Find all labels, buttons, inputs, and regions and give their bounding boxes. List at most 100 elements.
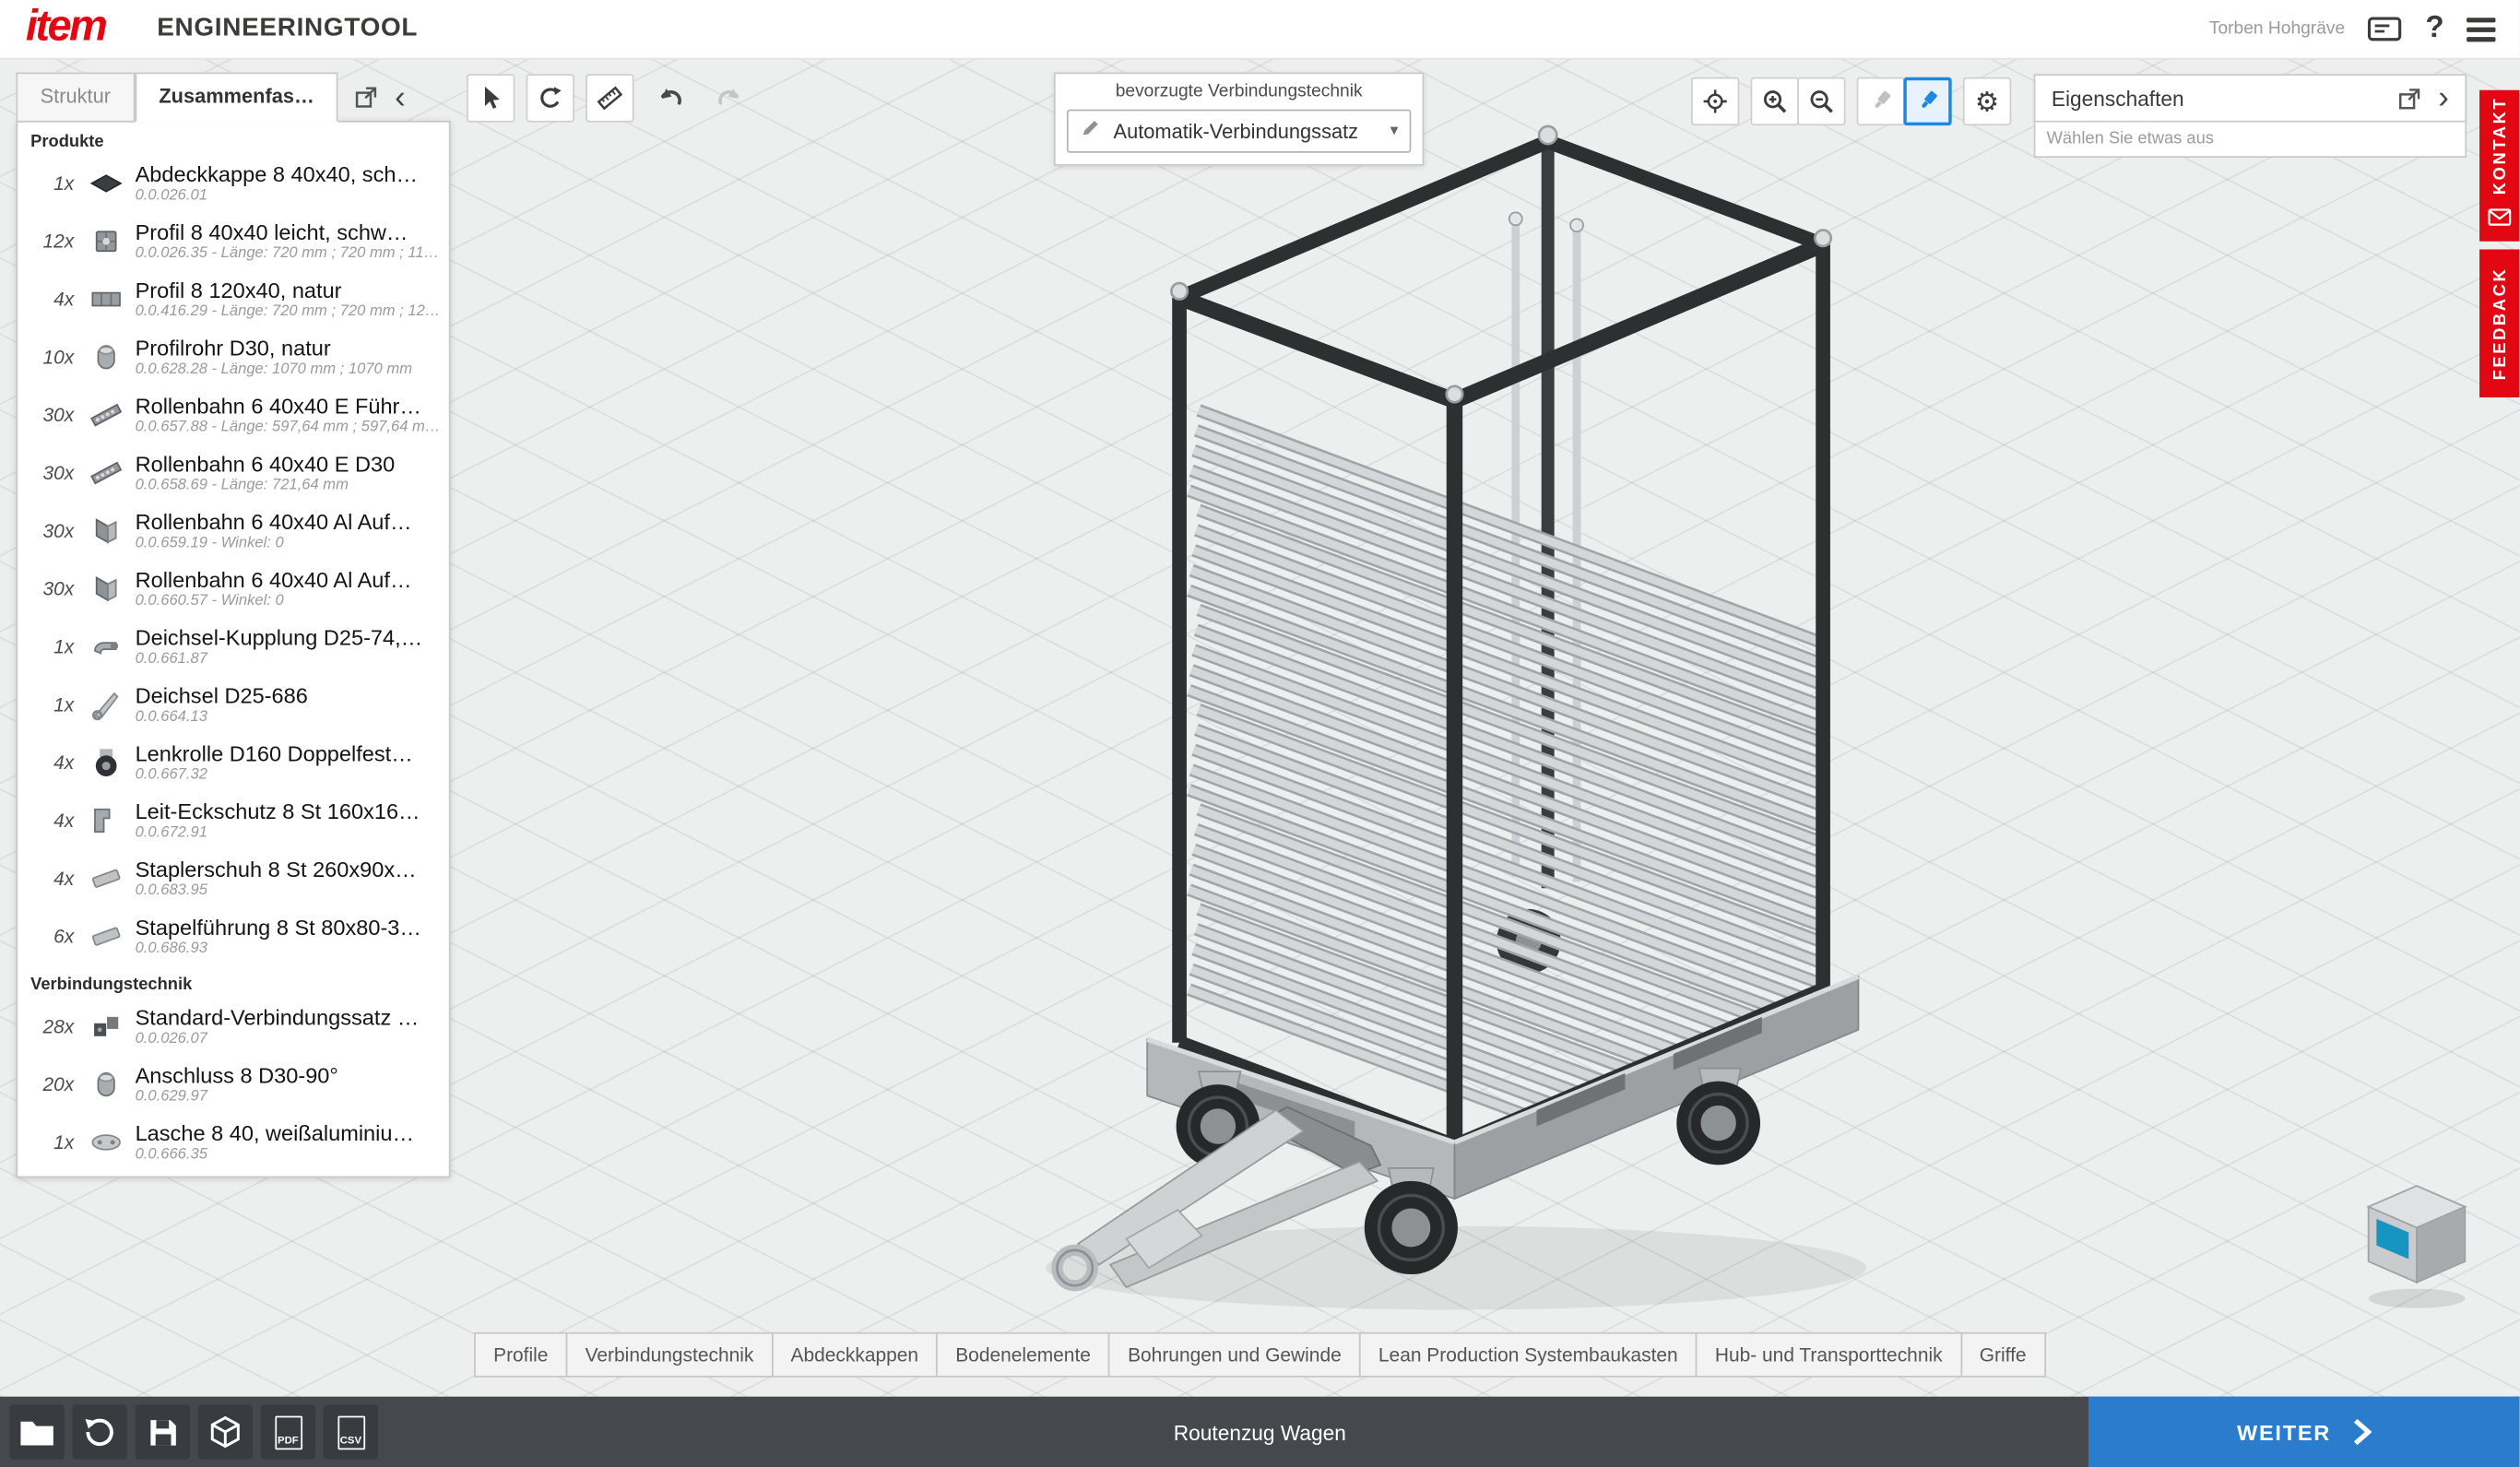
product-title: Stapelführung 8 St 80x80-3… [136, 916, 442, 940]
product-list-item[interactable]: 6x Stapelführung 8 St 80x80-3…0.0.686.93 [18, 907, 449, 965]
product-subtitle: 0.0.416.29 - Länge: 720 mm ; 720 mm ; 12… [136, 302, 442, 320]
tube-icon [85, 1065, 126, 1104]
plate-icon [85, 917, 126, 956]
corner-guard-icon [85, 801, 126, 840]
top-bar: item ENGINEERINGTOOL Torben Hohgräve ? [0, 0, 2520, 60]
settings-button[interactable]: ⚙ [1963, 77, 2011, 125]
category-button[interactable]: Abdeckkappen [772, 1332, 938, 1378]
popout-panel-icon[interactable] [353, 84, 381, 112]
product-list-item[interactable]: 4x Leit-Eckschutz 8 St 160x16…0.0.672.91 [18, 792, 449, 850]
product-title: Profil 8 40x40 leicht, schw… [136, 220, 442, 244]
product-subtitle: 0.0.667.32 [136, 766, 442, 784]
left-panel: Struktur Zusammenfas… ‹ Produkte1xAbdeck… [16, 73, 450, 1178]
left-panel-tabs: Struktur Zusammenfas… ‹ [16, 73, 450, 123]
category-button[interactable]: Bohrungen und Gewinde [1108, 1332, 1361, 1378]
product-qty: 4x [26, 810, 74, 832]
category-button[interactable]: Verbindungstechnik [566, 1332, 774, 1378]
view-cube[interactable] [2349, 1170, 2485, 1319]
help-icon[interactable]: ? [2425, 11, 2443, 46]
product-title: Anschluss 8 D30-90° [136, 1063, 442, 1087]
product-qty: 6x [26, 925, 74, 947]
product-list-item[interactable]: 12xProfil 8 40x40 leicht, schw…0.0.026.3… [18, 212, 449, 270]
product-list-item[interactable]: 30xRollenbahn 6 40x40 E Führ…0.0.657.88 … [18, 386, 449, 444]
product-list-item[interactable]: 28xStandard-Verbindungssatz …0.0.026.07 [18, 998, 449, 1056]
product-title: Staplerschuh 8 St 260x90x… [136, 858, 442, 881]
popout-properties-icon[interactable] [2396, 85, 2424, 112]
reset-button[interactable] [73, 1404, 127, 1459]
wide-profile-icon [85, 280, 126, 319]
category-button[interactable]: Profile [474, 1332, 567, 1378]
paint-tool-disabled-button[interactable] [1857, 77, 1905, 125]
select-tool-button[interactable] [467, 74, 515, 122]
section-header: Produkte [18, 123, 449, 155]
product-list-item[interactable]: 20xAnschluss 8 D30-90°0.0.629.97 [18, 1056, 449, 1114]
product-list-item[interactable]: 10xProfilrohr D30, natur0.0.628.28 - Län… [18, 328, 449, 386]
product-subtitle: 0.0.686.93 [136, 940, 442, 957]
roller-icon [85, 454, 126, 492]
product-subtitle: 0.0.661.87 [136, 650, 442, 668]
envelope-icon [2488, 206, 2512, 234]
pencil-icon [1080, 116, 1102, 147]
pdf-export-button[interactable]: PDF [261, 1404, 315, 1459]
connection-label: bevorzugte Verbindungstechnik [1067, 82, 1411, 101]
product-title: Rollenbahn 6 40x40 Al Auf… [136, 568, 442, 592]
product-subtitle: 0.0.672.91 [136, 823, 442, 841]
product-list-item[interactable]: 1xAbdeckkappe 8 40x40, sch…0.0.026.01 [18, 155, 449, 213]
product-title: Deichsel-Kupplung D25-74,… [136, 626, 442, 650]
canvas-area[interactable]: Struktur Zusammenfas… ‹ Produkte1xAbdeck… [0, 58, 2520, 1397]
product-list-item[interactable]: 1xDeichsel D25-6860.0.664.13 [18, 676, 449, 734]
product-list-item[interactable]: 30xRollenbahn 6 40x40 Al Auf…0.0.660.57 … [18, 560, 449, 618]
export-3d-button[interactable] [198, 1404, 253, 1459]
paint-tool-active-button[interactable] [1903, 77, 1951, 125]
product-subtitle: 0.0.683.95 [136, 881, 442, 899]
category-button[interactable]: Hub- und Transporttechnik [1696, 1332, 1962, 1378]
product-title: Rollenbahn 6 40x40 E Führ… [136, 395, 442, 419]
app-title: ENGINEERINGTOOL [157, 15, 418, 43]
product-title: Deichsel D25-686 [136, 684, 442, 708]
plate-icon [85, 859, 126, 898]
measure-tool-button[interactable] [586, 74, 633, 122]
open-project-button[interactable] [9, 1404, 64, 1459]
product-qty: 4x [26, 288, 74, 310]
properties-header: Eigenschaften › [2034, 74, 2467, 122]
project-name: Routenzug Wagen [1174, 1420, 1346, 1444]
collapse-panel-icon[interactable]: ‹ [395, 81, 406, 113]
menu-icon[interactable] [2467, 17, 2495, 41]
product-qty: 10x [26, 346, 74, 368]
redo-button[interactable] [704, 74, 752, 122]
product-list-item[interactable]: 4x Profil 8 120x40, natur0.0.416.29 - Län… [18, 270, 449, 328]
product-list-item[interactable]: 1xDeichsel-Kupplung D25-74,…0.0.661.87 [18, 618, 449, 676]
expand-properties-icon[interactable]: › [2438, 82, 2449, 114]
connection-dropdown[interactable]: Automatik-Verbindungssatz ▾ [1067, 110, 1411, 153]
zoom-in-button[interactable] [1751, 77, 1799, 125]
zoom-out-button[interactable] [1797, 77, 1845, 125]
rotate-tool-button[interactable] [526, 74, 574, 122]
weiter-button[interactable]: WEITER [2088, 1397, 2520, 1467]
category-button[interactable]: Bodenelemente [936, 1332, 1110, 1378]
product-list-item[interactable]: 4xStaplerschuh 8 St 260x90x…0.0.683.95 [18, 849, 449, 907]
product-title: Leit-Eckschutz 8 St 160x16… [136, 799, 442, 823]
category-button[interactable]: Lean Production Systembaukasten [1359, 1332, 1698, 1378]
undo-button[interactable] [645, 74, 693, 122]
product-qty: 12x [26, 231, 74, 253]
product-title: Profil 8 120x40, natur [136, 278, 442, 302]
product-list: Produkte1xAbdeckkappe 8 40x40, sch…0.0.0… [16, 121, 450, 1177]
kontakt-tab[interactable]: KONTAKT [2479, 90, 2520, 242]
product-subtitle: 0.0.026.07 [136, 1030, 442, 1047]
product-list-item[interactable]: 30xRollenbahn 6 40x40 Al Auf…0.0.659.19 … [18, 502, 449, 560]
drawbar-icon [85, 685, 126, 724]
product-list-item[interactable]: 4xLenkrolle D160 Doppelfest…0.0.667.32 [18, 734, 449, 792]
tab-zusammenfassung[interactable]: Zusammenfas… [135, 73, 338, 123]
product-qty: 28x [26, 1015, 74, 1037]
tab-struktur[interactable]: Struktur [16, 73, 135, 123]
save-button[interactable] [136, 1404, 190, 1459]
connection-panel: bevorzugte Verbindungstechnik Automatik-… [1054, 73, 1424, 166]
category-button[interactable]: Griffe [1960, 1332, 2046, 1378]
product-list-item[interactable]: 1xLasche 8 40, weißaluminiu…0.0.666.35 [18, 1114, 449, 1172]
csv-export-button[interactable]: CSV [324, 1404, 378, 1459]
feedback-tab[interactable]: FEEDBACK [2479, 249, 2520, 397]
center-view-button[interactable] [1691, 77, 1739, 125]
product-list-item[interactable]: 30xRollenbahn 6 40x40 E D300.0.658.69 - … [18, 444, 449, 503]
view-tools-right: ⚙ [1691, 77, 2011, 125]
news-icon[interactable] [2368, 15, 2403, 43]
